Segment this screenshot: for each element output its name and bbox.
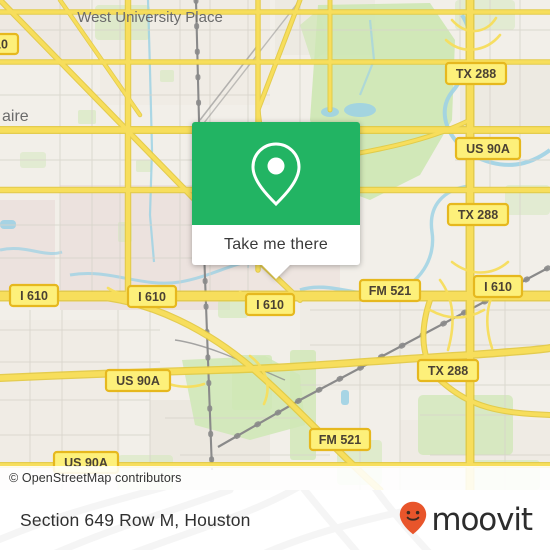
page-footer: Section 649 Row M, Houston moovit [0, 490, 550, 550]
svg-text:TX 288: TX 288 [428, 364, 468, 378]
callout-header [192, 122, 360, 225]
moovit-pin-icon [399, 501, 427, 540]
place-label: aire [2, 108, 29, 125]
svg-text:US 90A: US 90A [466, 142, 510, 156]
highway-shield: FM 521 [308, 427, 372, 452]
place-title: Section 649 Row M, Houston [20, 509, 251, 530]
take-me-there-label: Take me there [224, 236, 328, 253]
moovit-wordmark: moovit [431, 501, 533, 538]
svg-text:TX 288: TX 288 [456, 67, 496, 81]
highway-shield: I 610 [0, 32, 20, 56]
location-pin-outline-icon [250, 141, 302, 207]
take-me-there-button[interactable]: Take me there [192, 225, 360, 265]
svg-text:I 610: I 610 [256, 298, 284, 312]
highway-shield: FM 521 [358, 278, 422, 303]
highway-shield: US 90A [454, 136, 522, 161]
callout-pointer-tail [262, 265, 290, 279]
svg-text:TX 288: TX 288 [458, 208, 498, 222]
highway-shield: US 90A [104, 368, 172, 393]
highway-shield: TX 288 [444, 61, 508, 86]
moovit-logo[interactable]: moovit [399, 501, 533, 540]
highway-shield: I 610 [472, 274, 524, 299]
svg-text:I 610: I 610 [20, 289, 48, 303]
svg-text:FM 521: FM 521 [319, 433, 361, 447]
place-label: West University Place [77, 9, 223, 26]
highway-shield: I 610 [126, 284, 178, 309]
svg-text:I 610: I 610 [484, 280, 512, 294]
destination-callout-card[interactable]: Take me there [192, 122, 360, 279]
svg-text:US 90A: US 90A [116, 374, 160, 388]
highway-shield: I 610 [8, 283, 60, 308]
svg-text:I 610: I 610 [138, 290, 166, 304]
attribution-text: © OpenStreetMap contributors [9, 471, 182, 485]
highway-shield: I 610 [244, 292, 296, 317]
highway-shield: TX 288 [446, 202, 510, 227]
moovit-map-page: West University Place aire I 610 TX 288 [0, 0, 550, 550]
map-attribution: © OpenStreetMap contributors [0, 466, 550, 490]
highway-shield: TX 288 [416, 358, 480, 383]
svg-text:FM 521: FM 521 [369, 284, 411, 298]
svg-text:I 610: I 610 [0, 38, 8, 52]
